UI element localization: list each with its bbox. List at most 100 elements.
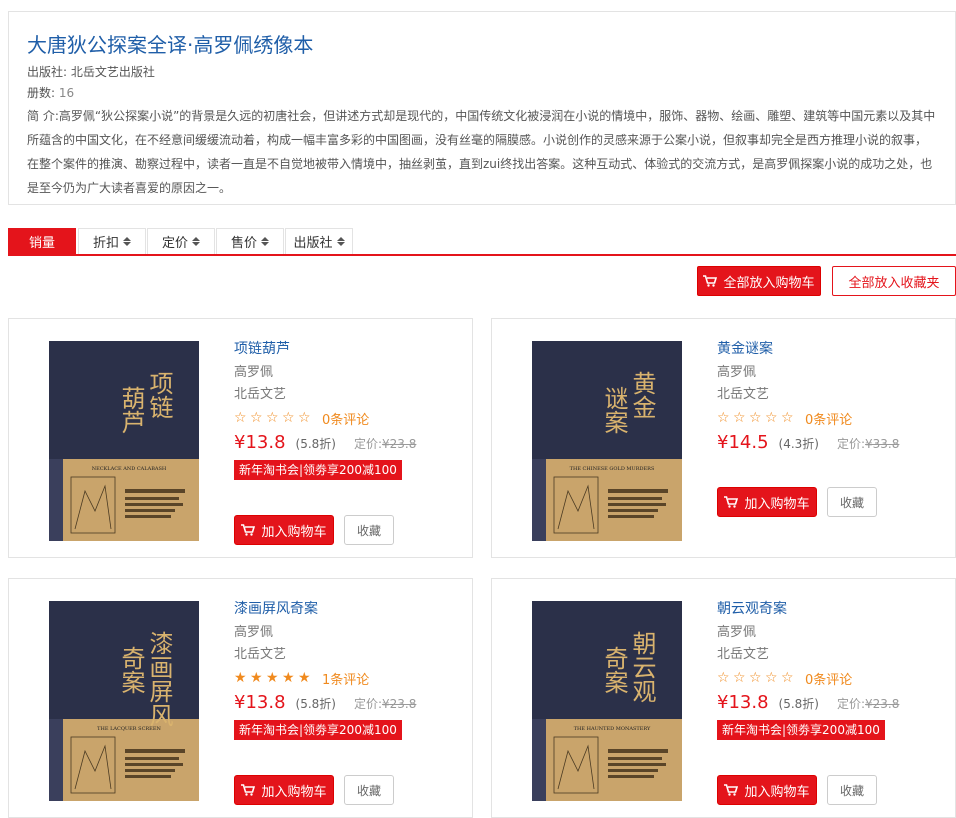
original-price-label: 定价: [836, 437, 866, 451]
sort-caret-icon [192, 237, 200, 246]
product-author[interactable]: 高罗佩 [717, 623, 947, 643]
original-price-label: 定价: [353, 437, 383, 451]
cover-title-b: 葫芦 [117, 386, 145, 434]
tab-sales[interactable]: 销量 [8, 228, 76, 254]
product-author[interactable]: 高罗佩 [234, 363, 464, 383]
favorite-button[interactable]: 收藏 [827, 775, 877, 805]
promo-badge[interactable]: 新年淘书会|领劵享200减100 [234, 460, 402, 480]
promo-wrap: 新年淘书会|领劵享200减100 [234, 718, 464, 740]
product-title-link[interactable]: 黄金谜案 [717, 339, 947, 361]
tab-list-price[interactable]: 定价 [147, 228, 215, 254]
favorite-button[interactable]: 收藏 [344, 515, 394, 545]
product-title-link[interactable]: 朝云观奇案 [717, 599, 947, 621]
product-card: 漆画屏风 奇案 THE LACQUER SCREEN 漆画屏风奇案 高罗佩 北岳… [8, 578, 473, 818]
cover-english-title: NECKLACE AND CALABASH [92, 466, 167, 472]
product-author[interactable]: 高罗佩 [717, 363, 947, 383]
volumes-line: 册数: 16 [27, 85, 937, 101]
star-empty-icon: ☆ [733, 410, 746, 426]
product-author[interactable]: 高罗佩 [234, 623, 464, 643]
product-info: 漆画屏风奇案 高罗佩 北岳文艺 ★ ★ ★ ★ ★ 1条评论 ¥13.8 (5.8折) … [234, 599, 464, 740]
favorite-button[interactable]: 收藏 [344, 775, 394, 805]
book-cover-image[interactable]: 项链 葫芦 NECKLACE AND CALABASH [49, 341, 199, 541]
tab-label: 销量 [28, 236, 55, 251]
add-to-cart-label: 加入购物车 [744, 784, 810, 800]
publisher-label: 出版社: [27, 65, 68, 79]
product-info: 黄金谜案 高罗佩 北岳文艺 ☆ ☆ ☆ ☆ ☆ 0条评论 ¥14.5 (4.3折) 定价… [717, 339, 947, 458]
star-empty-icon: ☆ [749, 670, 762, 686]
star-empty-icon: ☆ [250, 410, 263, 426]
tab-publisher[interactable]: 出版社 [285, 228, 353, 254]
price-row: ¥13.8 (5.8折) 定价:¥23.8 [717, 692, 947, 718]
star-filled-icon: ★ [282, 670, 295, 686]
product-title-link[interactable]: 项链葫芦 [234, 339, 464, 361]
rating: ★ ★ ★ ★ ★ 1条评论 [234, 668, 464, 688]
add-to-cart-button[interactable]: 加入购物车 [234, 775, 334, 805]
cover-english-title: THE LACQUER SCREEN [97, 726, 161, 732]
discount: (4.3折) [778, 437, 819, 451]
rating: ☆ ☆ ☆ ☆ ☆ 0条评论 [234, 408, 464, 428]
sort-caret-icon [336, 237, 345, 246]
cover-art: 漆画屏风 奇案 THE LACQUER SCREEN [49, 601, 199, 801]
product-publisher[interactable]: 北岳文艺 [717, 385, 947, 405]
star-filled-icon: ★ [234, 670, 247, 686]
star-filled-icon: ★ [298, 670, 311, 686]
original-price-value: ¥33.8 [865, 437, 900, 451]
sort-caret-icon [261, 237, 269, 246]
add-to-cart-label: 加入购物车 [744, 496, 810, 512]
star-empty-icon: ☆ [282, 410, 295, 426]
price-row: ¥13.8 (5.8折) 定价:¥23.8 [234, 692, 464, 718]
review-count-link[interactable]: 0条评论 [805, 669, 852, 688]
promo-badge[interactable]: 新年淘书会|领劵享200减100 [717, 720, 885, 740]
cart-icon [241, 524, 256, 536]
review-count-link[interactable]: 0条评论 [322, 409, 369, 428]
book-cover-image[interactable]: 朝云观 奇案 THE HAUNTED MONASTERY [532, 601, 682, 801]
original-price-label: 定价: [836, 697, 866, 711]
original-price-value: ¥23.8 [865, 697, 900, 711]
add-all-to-favorites-button[interactable]: 全部放入收藏夹 [832, 266, 956, 296]
sale-price: ¥14.5 [717, 432, 769, 453]
favorite-button[interactable]: 收藏 [827, 487, 877, 517]
product-publisher[interactable]: 北岳文艺 [234, 385, 464, 405]
cart-icon [724, 784, 739, 796]
review-count-link[interactable]: 0条评论 [805, 409, 852, 428]
product-publisher[interactable]: 北岳文艺 [717, 645, 947, 665]
review-count-link[interactable]: 1条评论 [322, 669, 369, 688]
original-price-value: ¥23.8 [382, 697, 417, 711]
cover-english-title: THE HAUNTED MONASTERY [574, 726, 651, 732]
cover-title-b: 奇案 [117, 646, 145, 694]
original-price: 定价:¥33.8 [837, 435, 899, 452]
promo-badge[interactable]: 新年淘书会|领劵享200减100 [234, 720, 402, 740]
add-to-cart-button[interactable]: 加入购物车 [717, 775, 817, 805]
description-text: 高罗佩“狄公探案小说”的背景是久远的初唐社会，但讲述方式却是现代的，中国传统文化… [27, 109, 936, 195]
publisher-line: 出版社: 北岳文艺出版社 [27, 64, 937, 80]
tab-discount[interactable]: 折扣 [78, 228, 146, 254]
tab-label: 售价 [230, 236, 257, 251]
publisher-value: 北岳文艺出版社 [70, 65, 155, 79]
favorite-label: 收藏 [356, 783, 381, 798]
book-cover-image[interactable]: 漆画屏风 奇案 THE LACQUER SCREEN [49, 601, 199, 801]
add-all-to-cart-button[interactable]: 全部放入购物车 [697, 266, 821, 296]
book-cover-image[interactable]: 黄金 谜案 THE CHINESE GOLD MURDERS [532, 341, 682, 541]
add-to-cart-button[interactable]: 加入购物车 [717, 487, 817, 517]
cart-icon [241, 784, 256, 796]
star-filled-icon: ★ [266, 670, 279, 686]
star-empty-icon: ☆ [765, 410, 778, 426]
book-description: 简 介:高罗佩“狄公探案小说”的背景是久远的初唐社会，但讲述方式却是现代的，中国… [27, 104, 937, 200]
book-info-panel: 大唐狄公探案全译·高罗佩绣像本 出版社: 北岳文艺出版社 册数: 16 简 介:… [8, 11, 956, 205]
star-empty-icon: ☆ [765, 670, 778, 686]
product-title-link[interactable]: 漆画屏风奇案 [234, 599, 464, 621]
add-to-cart-button[interactable]: 加入购物车 [234, 515, 334, 545]
cover-title-a: 项链 [145, 371, 173, 419]
rating: ☆ ☆ ☆ ☆ ☆ 0条评论 [717, 408, 947, 428]
product-info: 朝云观奇案 高罗佩 北岳文艺 ☆ ☆ ☆ ☆ ☆ 0条评论 ¥13.8 (5.8折) 定… [717, 599, 947, 740]
star-rating: ☆ ☆ ☆ ☆ ☆ [234, 410, 314, 426]
discount: (5.8折) [295, 437, 336, 451]
tab-sale-price[interactable]: 售价 [216, 228, 284, 254]
discount: (5.8折) [778, 697, 819, 711]
original-price-label: 定价: [353, 697, 383, 711]
promo-wrap: 新年淘书会|领劵享200减100 [234, 458, 464, 480]
description-label: 简 介: [27, 109, 59, 123]
tab-label: 折扣 [92, 236, 119, 251]
cover-title-a: 黄金 [628, 371, 656, 419]
product-publisher[interactable]: 北岳文艺 [234, 645, 464, 665]
